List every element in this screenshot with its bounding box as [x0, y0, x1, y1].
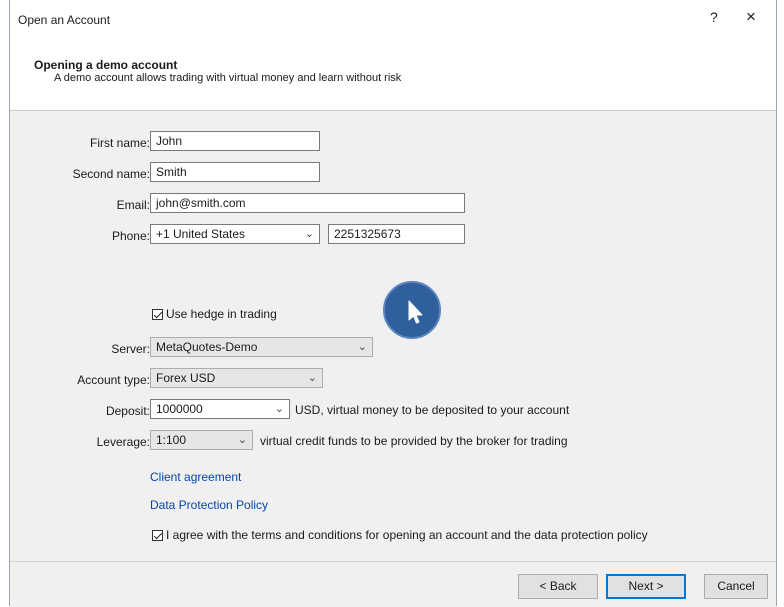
- help-button[interactable]: ?: [710, 9, 718, 25]
- second-name-label: Second name:: [72, 167, 150, 181]
- data-protection-link[interactable]: Data Protection Policy: [150, 498, 268, 512]
- first-name-field[interactable]: John: [150, 131, 320, 151]
- account-type-value: Forex USD: [156, 371, 216, 385]
- dialog-footer: < Back Next > Cancel: [10, 561, 776, 607]
- close-button[interactable]: ×: [746, 7, 756, 27]
- email-field[interactable]: john@smith.com: [150, 193, 465, 213]
- dialog-header: Opening a demo account A demo account al…: [10, 34, 776, 111]
- first-name-label: First name:: [89, 136, 150, 150]
- header-title: Opening a demo account: [34, 58, 178, 72]
- chevron-down-icon: ⌄: [307, 372, 317, 384]
- account-type-select[interactable]: Forex USD ⌄: [150, 368, 323, 388]
- mouse-pointer-icon: [408, 300, 423, 324]
- client-agreement-link[interactable]: Client agreement: [150, 470, 241, 484]
- title-bar: Open an Account ? ×: [10, 0, 776, 34]
- phone-number-field[interactable]: 2251325673: [328, 224, 465, 244]
- chevron-down-icon: ⌄: [237, 434, 247, 446]
- leverage-label: Leverage:: [96, 435, 150, 449]
- second-name-field[interactable]: Smith: [150, 162, 320, 182]
- deposit-select[interactable]: 1000000 ⌄: [150, 399, 290, 419]
- deposit-label: Deposit:: [105, 404, 150, 418]
- window-title: Open an Account: [18, 13, 111, 27]
- cursor-highlight: [383, 281, 441, 339]
- header-subtitle: A demo account allows trading with virtu…: [54, 72, 402, 84]
- open-account-dialog: Open an Account ? × Opening a demo accou…: [9, 0, 777, 607]
- chevron-down-icon: ⌄: [274, 403, 284, 415]
- phone-label: Phone:: [111, 229, 150, 243]
- hedge-label: Use hedge in trading: [166, 307, 277, 321]
- account-type-label: Account type:: [77, 373, 150, 387]
- phone-country-value: +1 United States: [156, 227, 246, 241]
- email-label: Email:: [116, 198, 150, 212]
- deposit-note: USD, virtual money to be deposited to yo…: [295, 403, 570, 417]
- back-button[interactable]: < Back: [518, 574, 598, 599]
- leverage-select[interactable]: 1:100 ⌄: [150, 430, 253, 450]
- server-label: Server:: [111, 342, 150, 356]
- phone-country-select[interactable]: +1 United States ⌄: [150, 224, 320, 244]
- agree-checkbox[interactable]: [152, 530, 163, 541]
- chevron-down-icon: ⌄: [357, 341, 367, 353]
- hedge-checkbox[interactable]: [152, 309, 163, 320]
- server-value: MetaQuotes-Demo: [156, 340, 258, 354]
- deposit-value: 1000000: [156, 402, 203, 416]
- chevron-down-icon: ⌄: [304, 228, 314, 240]
- leverage-note: virtual credit funds to be provided by t…: [260, 434, 568, 448]
- server-select[interactable]: MetaQuotes-Demo ⌄: [150, 337, 373, 357]
- cancel-button[interactable]: Cancel: [704, 574, 768, 599]
- agree-label: I agree with the terms and conditions fo…: [166, 528, 648, 542]
- next-button[interactable]: Next >: [606, 574, 686, 599]
- leverage-value: 1:100: [156, 433, 187, 447]
